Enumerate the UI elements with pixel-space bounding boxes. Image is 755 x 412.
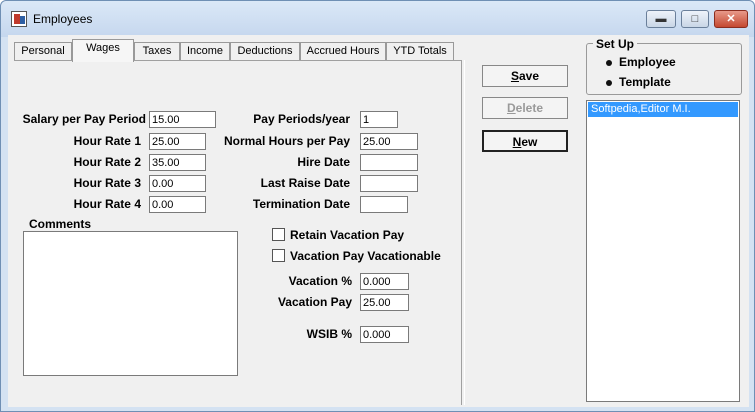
save-button[interactable]: Save [482,65,568,87]
hour-rate-4-label: Hour Rate 4 [73,197,141,211]
retain-vacation-pay-checkbox[interactable]: Retain Vacation Pay [272,228,404,242]
tab-wages[interactable]: Wages [72,39,134,62]
delete-label: elete [515,101,544,115]
tab-personal[interactable]: Personal [14,42,72,61]
last-raise-date-label: Last Raise Date [260,176,350,190]
hour-rate-4-input[interactable] [149,196,206,213]
client-area: Personal Wages Taxes Income Deductions A… [8,35,749,407]
save-accel: S [510,69,519,83]
hour-rate-1-input[interactable] [149,133,206,150]
termination-date-input[interactable] [360,196,408,213]
vacation-pay-input[interactable] [360,294,409,311]
vacation-pay-vacationable-checkbox[interactable]: Vacation Pay Vacationable [272,249,441,263]
list-item[interactable]: Softpedia,Editor M.I. [588,102,738,117]
radio-dot[interactable] [606,80,612,86]
salary-per-pay-period-label: Salary per Pay Period [22,112,146,126]
close-icon[interactable]: ✕ [714,10,748,28]
template-radio-label: Template [619,75,671,89]
pay-periods-year-input[interactable] [360,111,398,128]
termination-date-label: Termination Date [252,197,350,211]
last-raise-date-input[interactable] [360,175,418,192]
hour-rate-3-input[interactable] [149,175,206,192]
hour-rate-2-label: Hour Rate 2 [73,155,141,169]
delete-accel: D [506,101,516,115]
template-radio[interactable]: Template [605,75,671,89]
tab-taxes[interactable]: Taxes [134,42,180,61]
hour-rate-3-label: Hour Rate 3 [73,176,141,190]
employees-window: Employees ▬ □ ✕ Personal Wages Taxes Inc… [0,0,755,412]
vacation-pay-label: Vacation Pay [277,295,352,309]
panel-separator [461,60,465,405]
title-bar[interactable]: Employees ▬ □ ✕ [1,1,754,37]
checkbox-box[interactable] [272,249,285,262]
tab-accrued-hours[interactable]: Accrued Hours [300,42,386,61]
radio-selected-dot[interactable] [606,60,612,66]
wsib-percent-input[interactable] [360,326,409,343]
normal-hours-per-pay-label: Normal Hours per Pay [223,134,350,148]
tab-ytd-totals[interactable]: YTD Totals [386,42,454,61]
minimize-icon[interactable]: ▬ [646,10,676,28]
employee-radio[interactable]: Employee [605,55,676,69]
tab-income[interactable]: Income [180,42,230,61]
checkbox-box[interactable] [272,228,285,241]
window-title: Employees [33,12,93,26]
save-label: ave [518,69,540,83]
employee-listbox[interactable]: Softpedia,Editor M.I. [586,100,740,402]
vacation-percent-input[interactable] [360,273,409,290]
employee-radio-label: Employee [619,55,676,69]
salary-per-pay-period-input[interactable] [149,111,216,128]
tab-deductions[interactable]: Deductions [230,42,300,61]
comments-textarea[interactable] [23,231,238,376]
vacation-pay-vacationable-label: Vacation Pay Vacationable [290,249,441,263]
hire-date-label: Hire Date [297,155,350,169]
hour-rate-2-input[interactable] [149,154,206,171]
new-label: ew [521,135,538,149]
delete-button[interactable]: Delete [482,97,568,119]
employees-app-icon[interactable] [11,11,27,27]
vacation-percent-label: Vacation % [288,274,352,288]
wsib-percent-label: WSIB % [306,327,352,341]
new-button[interactable]: New [482,130,568,152]
retain-vacation-pay-label: Retain Vacation Pay [290,228,405,242]
maximize-icon[interactable]: □ [681,10,709,28]
comments-label: Comments [29,217,92,231]
normal-hours-per-pay-input[interactable] [360,133,418,150]
hour-rate-1-label: Hour Rate 1 [73,134,141,148]
pay-periods-year-label: Pay Periods/year [253,112,350,126]
setup-title: Set Up [593,37,638,51]
hire-date-input[interactable] [360,154,418,171]
